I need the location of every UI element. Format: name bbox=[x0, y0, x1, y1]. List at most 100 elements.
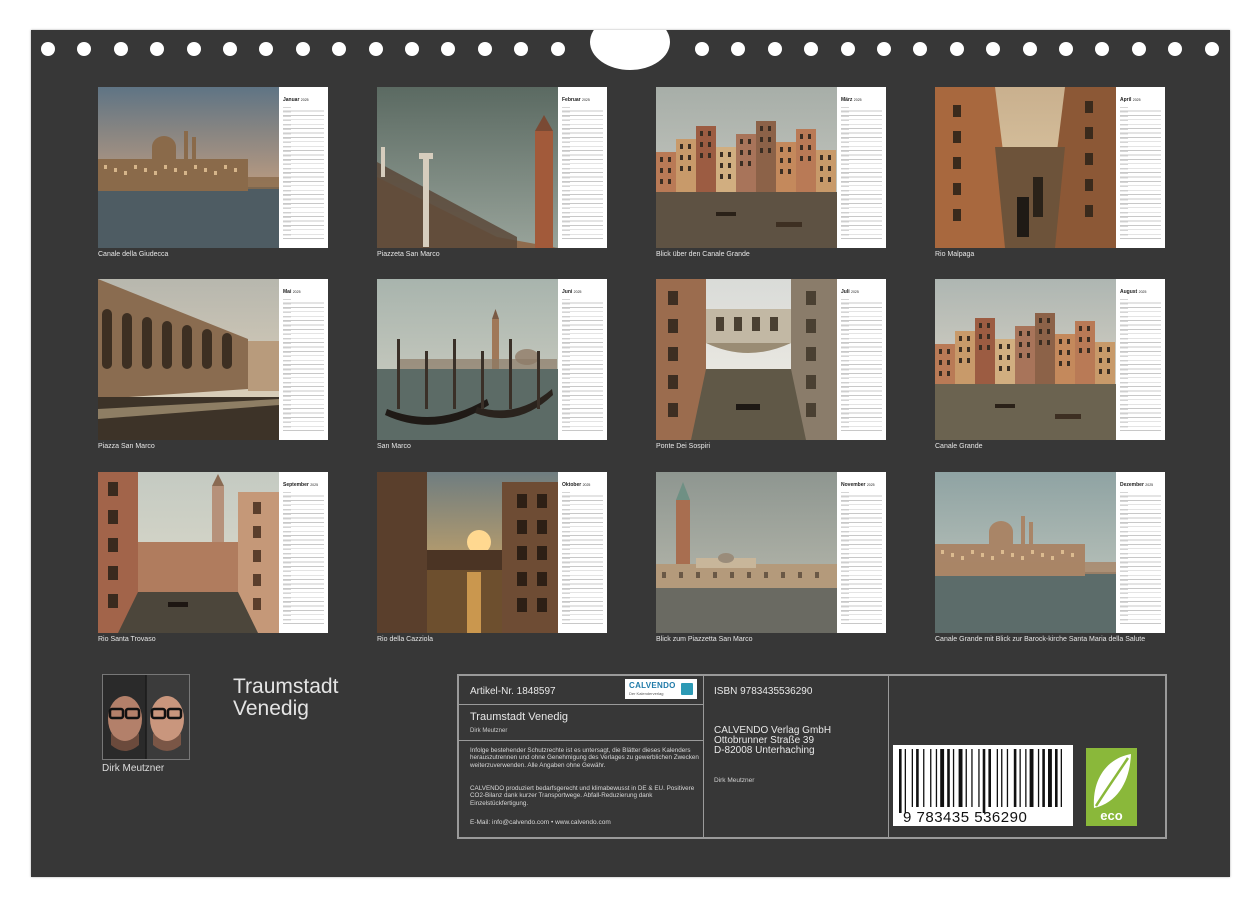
month-day-lines bbox=[283, 107, 324, 239]
month-photo bbox=[935, 472, 1116, 633]
month-preview-11: November 2025 Blick zum Piazzetta San Mar… bbox=[656, 472, 886, 650]
month-name: Oktober bbox=[562, 482, 582, 488]
month-caption: Ponte Dei Sospiri bbox=[656, 443, 711, 450]
month-caption: Canale della Giudecca bbox=[98, 251, 169, 258]
month-name: Juni bbox=[562, 289, 573, 295]
binding-hole bbox=[1022, 42, 1037, 56]
month-preview-5: Mai 2025 Piazza San Marco bbox=[98, 279, 328, 457]
binding-hole bbox=[514, 42, 529, 56]
month-year: 2025 bbox=[300, 98, 309, 102]
binding-hole bbox=[295, 42, 310, 56]
month-photo bbox=[656, 87, 837, 248]
month-caption: Rio Santa Trovaso bbox=[98, 636, 156, 643]
binding-hole bbox=[113, 42, 128, 56]
month-caption: Rio Malpaga bbox=[935, 251, 975, 258]
month-name: März bbox=[841, 97, 853, 103]
barcode-digits: 9 783435 536290 bbox=[903, 809, 1028, 826]
author-name: Dirk Meutzner bbox=[102, 763, 165, 774]
binding-hole bbox=[41, 42, 55, 56]
legal-box: Infolge bestehender Schutzrechte ist es … bbox=[458, 740, 704, 838]
binding-hole bbox=[767, 42, 782, 56]
binding-hole bbox=[1168, 42, 1183, 56]
binding-hole bbox=[77, 42, 92, 56]
info-title: Traumstadt Venedig bbox=[470, 711, 569, 723]
month-day-lines bbox=[562, 299, 603, 431]
month-year: 2025 bbox=[573, 290, 582, 294]
month-photo bbox=[98, 279, 279, 440]
month-year: 2025 bbox=[853, 98, 862, 102]
month-preview-4: April 2025 Rio Malpaga bbox=[935, 87, 1165, 265]
month-photo bbox=[656, 472, 837, 633]
month-day-lines bbox=[841, 299, 882, 431]
binding-hole bbox=[731, 42, 746, 56]
binding-hole bbox=[186, 42, 201, 56]
month-photo bbox=[656, 279, 837, 440]
article-number: Artikel-Nr. 1848597 bbox=[470, 686, 556, 697]
month-name: Januar bbox=[283, 97, 300, 103]
month-name: August bbox=[1120, 289, 1138, 295]
month-preview-8: August 2025 Canale Grande bbox=[935, 279, 1165, 457]
isbn: ISBN 9783435536290 bbox=[714, 686, 813, 697]
month-caption: Piazzeta San Marco bbox=[377, 251, 440, 258]
binding-hole bbox=[877, 42, 891, 56]
month-name: September bbox=[283, 482, 309, 488]
month-year: 2025 bbox=[1138, 290, 1147, 294]
month-caption: San Marco bbox=[377, 443, 411, 450]
binding-hole bbox=[913, 42, 928, 56]
month-calendar-strip: November 2025 bbox=[837, 472, 886, 633]
publisher-box: ISBN 9783435536290 CALVENDO Verlag GmbH … bbox=[703, 675, 889, 838]
month-photo bbox=[377, 87, 558, 248]
month-day-lines bbox=[1120, 299, 1161, 431]
month-caption: Blick zum Piazzetta San Marco bbox=[656, 636, 753, 643]
month-name: November bbox=[841, 482, 866, 488]
product-info-panel: Artikel-Nr. 1848597 CALVENDO Der Kalende… bbox=[457, 674, 1167, 839]
eco-badge: eco bbox=[1086, 748, 1137, 826]
month-calendar-strip: September 2025 bbox=[279, 472, 328, 633]
month-calendar-strip: Februar 2025 bbox=[558, 87, 607, 248]
month-preview-2: Februar 2025 Piazzeta San Marco bbox=[377, 87, 607, 265]
month-year: 2025 bbox=[866, 483, 875, 487]
month-photo bbox=[935, 87, 1116, 248]
contact-line: E-Mail: info@calvendo.com • www.calvendo… bbox=[470, 819, 611, 826]
month-photo bbox=[935, 279, 1116, 440]
eco-label: eco bbox=[1100, 808, 1123, 823]
author-photo bbox=[102, 674, 190, 760]
month-calendar-strip: Januar 2025 bbox=[279, 87, 328, 248]
binding-hole bbox=[223, 42, 237, 56]
month-preview-12: Dezember 2025 Canale Grande mit Blick zur… bbox=[935, 472, 1165, 650]
month-year: 2025 bbox=[582, 98, 590, 102]
month-title: Februar 2025 bbox=[562, 97, 590, 103]
month-calendar-strip: Dezember 2025 bbox=[1116, 472, 1165, 633]
month-preview-1: Januar 2025 Canale della Giudecca bbox=[98, 87, 328, 265]
month-day-lines bbox=[562, 492, 603, 624]
binding-hole bbox=[804, 42, 819, 56]
month-day-lines bbox=[841, 107, 882, 239]
publisher-city: D-82008 Unterhaching bbox=[714, 745, 815, 756]
month-year: 2025 bbox=[1145, 483, 1154, 487]
binding-hole bbox=[150, 42, 165, 56]
calvendo-logo-subtitle: Der Kalenderverlag bbox=[629, 691, 664, 696]
binding-hole bbox=[550, 42, 565, 56]
month-photo bbox=[98, 472, 279, 633]
author-portrait-image bbox=[103, 675, 189, 759]
title-box: Traumstadt Venedig Dirk Meutzner bbox=[458, 704, 704, 741]
month-caption: Piazza San Marco bbox=[98, 443, 155, 450]
month-year: 2025 bbox=[1132, 98, 1141, 102]
binding-hole bbox=[477, 42, 492, 56]
month-title: Juni 2025 bbox=[562, 289, 581, 295]
month-photo bbox=[377, 279, 558, 440]
calvendo-logo-text: CALVENDO bbox=[629, 681, 676, 690]
calvendo-logo-mark bbox=[681, 683, 693, 695]
month-title: September 2025 bbox=[283, 482, 318, 488]
month-title: August 2025 bbox=[1120, 289, 1146, 295]
calendar-back-cover: Januar 2025 Canale della Giudecca Februar … bbox=[31, 30, 1230, 877]
month-caption: Canale Grande bbox=[935, 443, 983, 450]
month-title: November 2025 bbox=[841, 482, 875, 488]
month-title: Juli 2025 bbox=[841, 289, 859, 295]
month-caption: Rio della Cazziola bbox=[377, 636, 434, 643]
binding-hole bbox=[1095, 42, 1110, 56]
month-calendar-strip: April 2025 bbox=[1116, 87, 1165, 248]
book-title-line2: Venedig bbox=[233, 697, 309, 720]
binding-hole bbox=[259, 42, 274, 56]
month-day-lines bbox=[841, 492, 882, 624]
